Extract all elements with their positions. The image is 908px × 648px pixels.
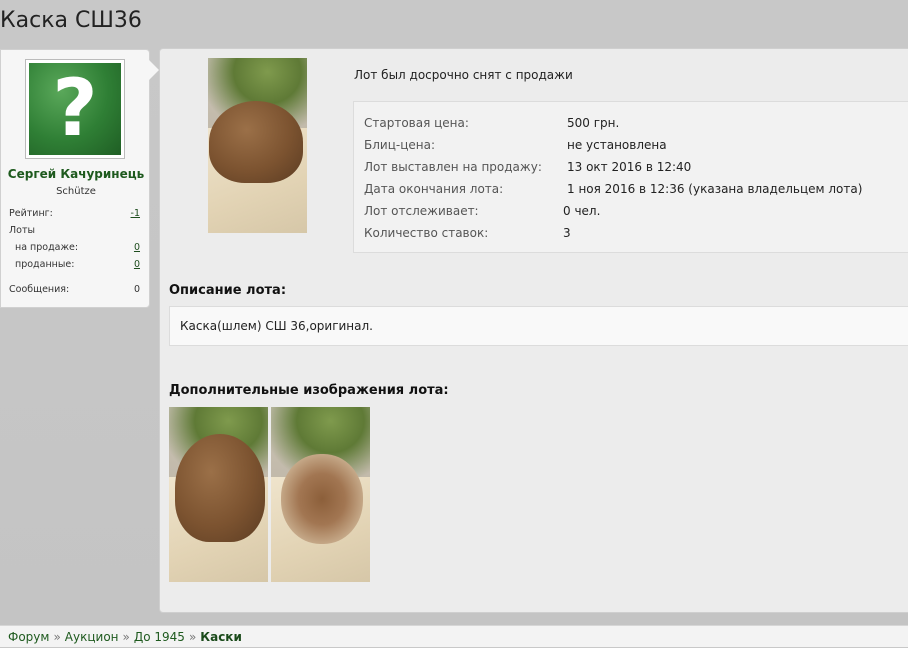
extra-photo-1[interactable]	[169, 407, 268, 582]
lot-status: Лот был досрочно снят с продажи	[354, 68, 573, 82]
watchers-value: 0 чел.	[563, 204, 601, 218]
blitz-price-label: Блиц-цена:	[364, 138, 435, 152]
listed-date-value: 13 окт 2016 в 12:40	[567, 160, 692, 174]
description-text: Каска(шлем) СШ 36,оригинал.	[180, 319, 373, 333]
lot-panel: Лот был досрочно снят с продажи Стартова…	[159, 48, 908, 613]
helmet-shape	[175, 434, 265, 542]
user-rank: Schütze	[56, 186, 96, 197]
messages-value: 0	[133, 284, 140, 295]
helmet-inside-shape	[281, 454, 363, 544]
extra-photo-2[interactable]	[271, 407, 370, 582]
rating-value-link[interactable]: -1	[131, 208, 140, 219]
breadcrumb-forum[interactable]: Форум	[8, 630, 49, 644]
breadcrumb-separator: »	[122, 630, 130, 644]
on-sale-label: на продаже:	[15, 242, 79, 253]
username-link[interactable]: Сергей Качуринець	[1, 167, 151, 181]
lot-info-box: Стартовая цена: 500 грн. Блиц-цена: не у…	[353, 101, 908, 253]
start-price-label: Стартовая цена:	[364, 116, 469, 130]
listed-date-label: Лот выставлен на продажу:	[364, 160, 542, 174]
lot-main-photo[interactable]	[208, 58, 307, 233]
end-date-value: 1 ноя 2016 в 12:36 (указана владельцем л…	[567, 182, 863, 196]
breadcrumb-separator: »	[188, 630, 197, 644]
watchers-label: Лот отслеживает:	[364, 204, 479, 218]
breadcrumb-auction[interactable]: Аукцион	[65, 630, 119, 644]
blitz-price-value: не установлена	[567, 138, 667, 152]
page-title: Каска СШ36	[0, 8, 142, 33]
sold-value-link[interactable]: 0	[134, 259, 140, 270]
card-pointer	[149, 60, 159, 80]
user-card: ? Сергей Качуринець Schütze Рейтинг: -1 …	[0, 49, 159, 308]
description-title: Описание лота:	[169, 283, 287, 298]
avatar[interactable]: ?	[25, 59, 125, 159]
messages-label: Сообщения:	[9, 284, 70, 295]
question-mark-icon: ?	[29, 63, 121, 155]
breadcrumb: Форум» Аукцион» До 1945» Каски	[0, 625, 908, 647]
helmet-shape	[209, 101, 303, 183]
breadcrumb-before-1945[interactable]: До 1945	[134, 630, 185, 644]
description-box: Каска(шлем) СШ 36,оригинал.	[169, 306, 908, 346]
end-date-label: Дата окончания лота:	[364, 182, 504, 196]
bids-value: 3	[563, 226, 571, 240]
lots-label: Лоты	[9, 225, 35, 236]
start-price-value: 500 грн.	[567, 116, 620, 130]
sold-label: проданные:	[15, 259, 75, 270]
breadcrumb-separator: »	[53, 630, 61, 644]
breadcrumb-helmets[interactable]: Каски	[200, 630, 242, 644]
on-sale-value-link[interactable]: 0	[134, 242, 140, 253]
bids-label: Количество ставок:	[364, 226, 489, 240]
extra-images-title: Дополнительные изображения лота:	[169, 383, 449, 398]
rating-label: Рейтинг:	[9, 208, 53, 219]
